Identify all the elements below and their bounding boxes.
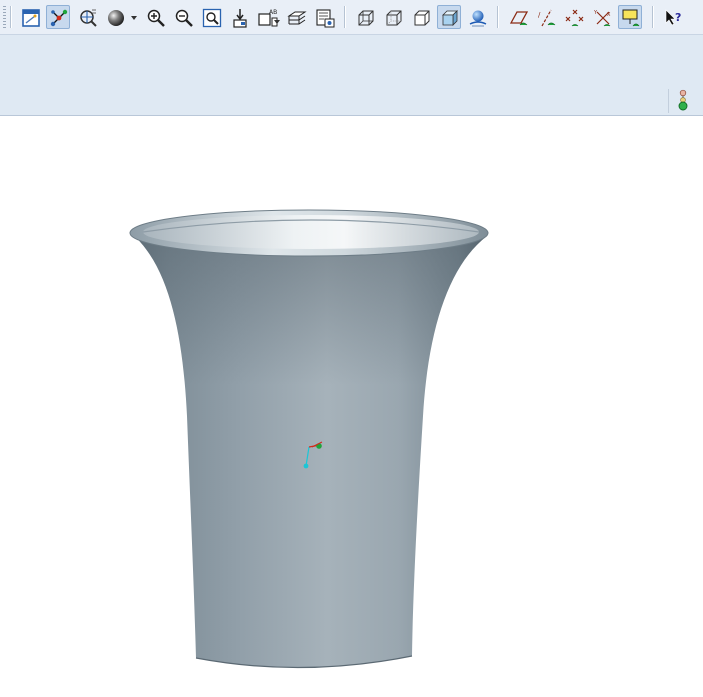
no-hidden-icon — [414, 10, 430, 26]
point-display-icon — [565, 9, 584, 27]
toolbar-grip[interactable] — [3, 6, 6, 28]
datum-axes-icon: / — [538, 9, 556, 27]
appearance-dropdown-arrow-icon[interactable] — [130, 14, 138, 22]
ribbon-separator — [668, 89, 669, 113]
layers-icon — [287, 11, 307, 25]
view-manager-icon — [316, 9, 335, 28]
point-display-button[interactable] — [562, 5, 586, 29]
repaint-button[interactable] — [18, 5, 42, 29]
annotation-display-button[interactable] — [618, 5, 642, 29]
model-canvas[interactable] — [0, 116, 703, 697]
repaint-icon — [22, 9, 40, 27]
csys-display-icon: Y X — [593, 10, 611, 27]
datum-planes-icon — [509, 11, 529, 26]
orient-mode-icon — [80, 9, 97, 27]
csys-display-button[interactable]: Y X — [590, 5, 614, 29]
reorient-button[interactable] — [227, 5, 251, 29]
svg-text:X: X — [607, 12, 611, 18]
datum-axes-button[interactable]: / — [534, 5, 558, 29]
wireframe-icon — [358, 10, 374, 26]
svg-text:/: / — [538, 11, 541, 19]
hidden-line-icon — [386, 10, 402, 26]
no-hidden-button[interactable] — [409, 5, 433, 29]
shading-icon — [442, 10, 458, 26]
hidden-line-button[interactable] — [381, 5, 405, 29]
toolbar-separator — [652, 6, 654, 28]
refit-icon — [202, 8, 222, 28]
toolbar-separator — [344, 6, 346, 28]
zoom-out-icon — [175, 9, 193, 27]
view-manager-button[interactable] — [312, 5, 336, 29]
wireframe-button[interactable] — [353, 5, 377, 29]
traffic-light-icon[interactable] — [675, 89, 691, 111]
spin-center-icon — [50, 9, 68, 27]
svg-text:?: ? — [675, 11, 681, 24]
svg-text:AB: AB — [269, 9, 277, 16]
saved-views-dropdown-arrow-icon[interactable] — [273, 18, 281, 26]
toolbar-separator — [10, 6, 12, 28]
enhanced-realism-button[interactable] — [465, 5, 489, 29]
main-toolbar: AB / Y X ? — [0, 0, 703, 35]
graphics-viewport[interactable] — [0, 116, 703, 697]
appearance-sphere-icon — [108, 10, 124, 26]
context-help-icon: ? — [665, 9, 681, 26]
spin-center-button[interactable] — [46, 5, 70, 29]
shading-button[interactable] — [437, 5, 461, 29]
layers-button[interactable] — [284, 5, 308, 29]
refit-button[interactable] — [199, 5, 223, 29]
reorient-icon — [233, 9, 247, 28]
appearance-button[interactable] — [103, 5, 127, 29]
context-help-button[interactable]: ? — [661, 5, 685, 29]
ribbon-area — [0, 35, 703, 116]
enhanced-realism-icon — [469, 10, 487, 27]
annotation-display-icon — [622, 9, 640, 27]
zoom-out-button[interactable] — [171, 5, 195, 29]
zoom-in-button[interactable] — [143, 5, 167, 29]
datum-planes-button[interactable] — [506, 5, 530, 29]
orient-mode-button[interactable] — [75, 5, 99, 29]
toolbar-separator — [497, 6, 499, 28]
zoom-in-icon — [147, 9, 165, 27]
